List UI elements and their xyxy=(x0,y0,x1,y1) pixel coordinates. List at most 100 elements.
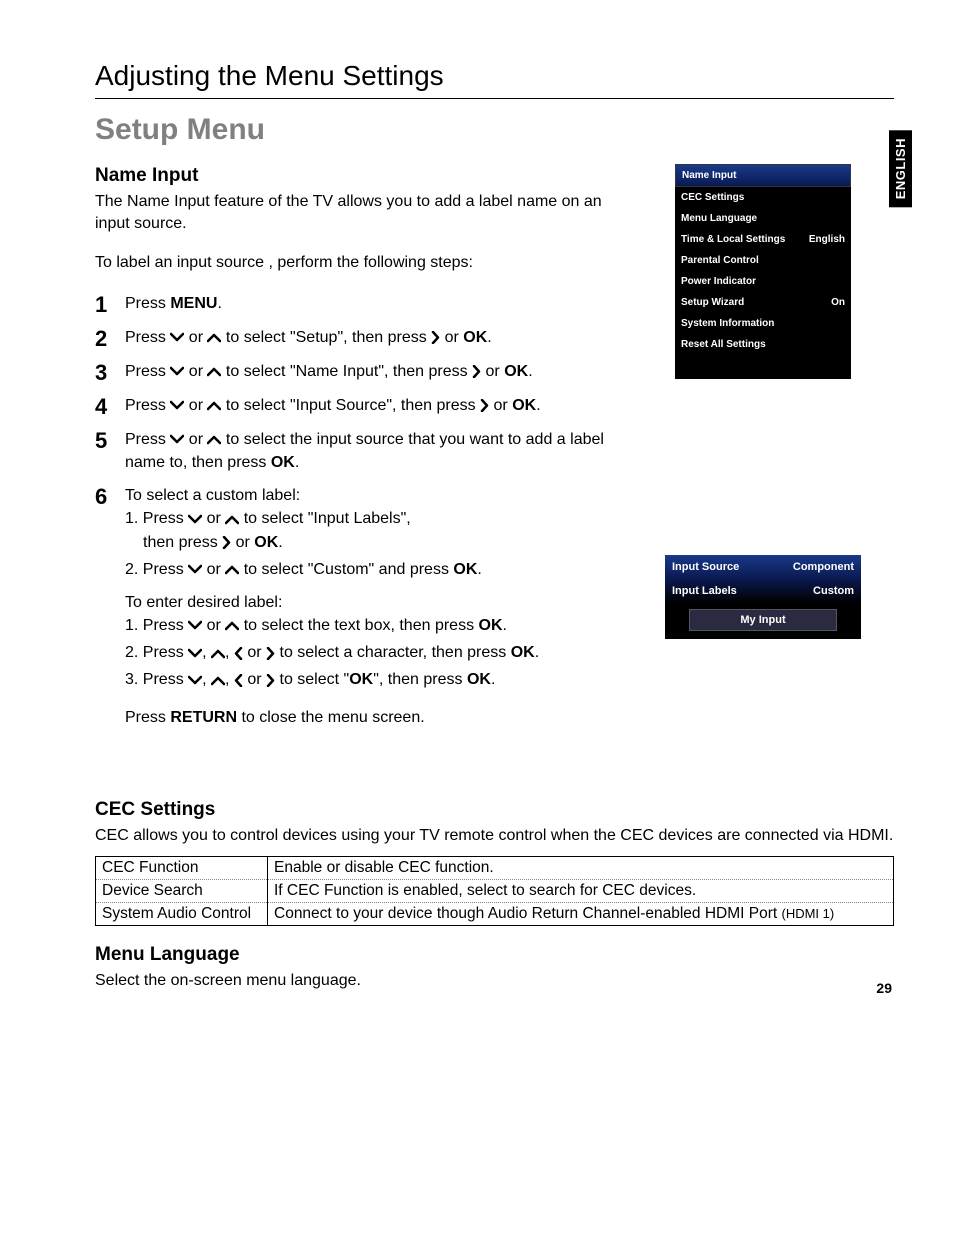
menu-item: Time & Local SettingsEnglish xyxy=(675,229,851,250)
text: or xyxy=(184,363,207,380)
menu-item: Parental Control xyxy=(675,250,851,271)
ok-key: OK xyxy=(254,534,278,551)
cec-table: CEC FunctionEnable or disable CEC functi… xyxy=(95,856,894,926)
text: (HDMI 1) xyxy=(782,906,835,921)
table-row: CEC FunctionEnable or disable CEC functi… xyxy=(96,857,894,880)
text: Press xyxy=(125,397,170,414)
manual-page: ENGLISH Adjusting the Menu Settings Setu… xyxy=(0,0,954,1032)
step-number: 5 xyxy=(95,428,121,452)
page-number: 29 xyxy=(876,980,892,996)
text: then press xyxy=(143,534,222,551)
down-icon xyxy=(188,564,202,575)
table-row: Device SearchIf CEC Function is enabled,… xyxy=(96,880,894,903)
up-icon xyxy=(207,434,221,445)
down-icon xyxy=(170,434,184,445)
text: to select "Input Labels", xyxy=(239,510,410,527)
ok-key: OK xyxy=(511,644,535,661)
cell: System Audio Control xyxy=(96,903,268,926)
menu-padding xyxy=(675,355,851,379)
text: . xyxy=(217,295,221,312)
cec-intro: CEC allows you to control devices using … xyxy=(95,825,894,847)
text: , xyxy=(202,671,211,688)
text: . xyxy=(535,644,539,661)
name-input-lead: To label an input source , perform the f… xyxy=(95,252,635,274)
setup-menu-illustration: Name Input CEC Settings Menu Language Ti… xyxy=(675,164,851,379)
text: or xyxy=(202,561,225,578)
up-icon xyxy=(207,332,221,343)
ok-key: OK xyxy=(504,363,528,380)
text: ", then press xyxy=(373,671,467,688)
left-icon xyxy=(234,674,243,687)
text: , xyxy=(202,644,211,661)
table-row: System Audio ControlConnect to your devi… xyxy=(96,903,894,926)
step-number: 1 xyxy=(95,292,121,316)
right-icon xyxy=(222,536,231,549)
return-key: RETURN xyxy=(170,709,237,726)
cell: CEC Function xyxy=(96,857,268,880)
menu-item: System Information xyxy=(675,313,851,334)
text: or xyxy=(243,671,266,688)
text: 1. Press xyxy=(125,510,188,527)
step-5: 5 Press or to select the input source th… xyxy=(95,428,894,474)
right-icon xyxy=(480,399,489,412)
text: or xyxy=(481,363,504,380)
menu-item: Reset All Settings xyxy=(675,334,851,355)
cec-heading: CEC Settings xyxy=(95,799,894,821)
menu-input-wrap: My Input xyxy=(665,603,861,639)
text: . xyxy=(477,561,481,578)
menu-item: Input SourceComponent xyxy=(665,555,861,579)
text: 2. Press xyxy=(125,644,188,661)
menu-item: Input LabelsCustom xyxy=(665,579,861,603)
ok-key: OK xyxy=(271,454,295,471)
right-icon xyxy=(431,331,440,344)
ok-key: OK xyxy=(512,397,536,414)
step-4: 4 Press or to select "Input Source", the… xyxy=(95,394,894,418)
menu-key: MENU xyxy=(170,295,217,312)
cell: Device Search xyxy=(96,880,268,903)
right-icon xyxy=(266,647,275,660)
text: to select "Custom" and press xyxy=(239,561,453,578)
menu-item-highlighted: Name Input xyxy=(675,164,851,187)
section-header: Adjusting the Menu Settings xyxy=(95,60,894,99)
down-icon xyxy=(188,675,202,686)
up-icon xyxy=(225,564,239,575)
input-label-illustration: Input SourceComponent Input LabelsCustom… xyxy=(665,555,861,639)
ok-key: OK xyxy=(463,329,487,346)
text: or xyxy=(184,431,207,448)
text: Press xyxy=(125,363,170,380)
page-title: Setup Menu xyxy=(95,113,894,147)
up-icon xyxy=(207,366,221,377)
custom-label-box: My Input xyxy=(689,609,837,631)
ok-key: OK xyxy=(453,561,477,578)
text: to select a character, then press xyxy=(275,644,511,661)
ok-key: OK xyxy=(349,671,373,688)
text: or xyxy=(184,329,207,346)
text: Press xyxy=(125,431,170,448)
up-icon xyxy=(225,620,239,631)
cell: Connect to your device though Audio Retu… xyxy=(268,903,894,926)
text: to select "Name Input", then press xyxy=(221,363,472,380)
text: to select " xyxy=(275,671,349,688)
text: or xyxy=(202,510,225,527)
text: or xyxy=(184,397,207,414)
menu-item: Menu Language xyxy=(675,208,851,229)
text: Press xyxy=(125,295,170,312)
text: 1. Press xyxy=(125,617,188,634)
text: To select a custom label: xyxy=(125,484,539,507)
up-icon xyxy=(211,675,225,686)
down-icon xyxy=(170,400,184,411)
text: to select the text box, then press xyxy=(239,617,478,634)
down-icon xyxy=(188,514,202,525)
menu-item: Setup WizardOn xyxy=(675,292,851,313)
ok-key: OK xyxy=(467,671,491,688)
text: , xyxy=(225,671,234,688)
text: . xyxy=(528,363,532,380)
left-icon xyxy=(234,647,243,660)
text: Press xyxy=(125,709,170,726)
up-icon xyxy=(207,400,221,411)
text: Press xyxy=(125,329,170,346)
step-number: 6 xyxy=(95,484,121,508)
text: 2. Press xyxy=(125,561,188,578)
text: or xyxy=(202,617,225,634)
text: 3. Press xyxy=(125,671,188,688)
